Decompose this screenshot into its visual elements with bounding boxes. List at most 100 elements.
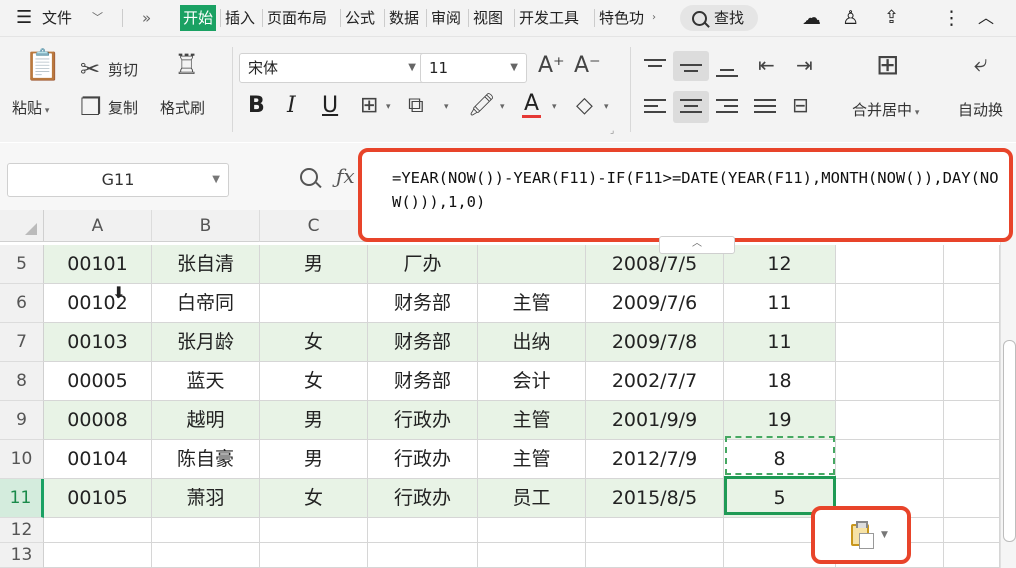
cell[interactable]: 财务部 <box>368 362 478 401</box>
cell[interactable]: 2015/8/5 <box>586 479 724 518</box>
tab-6[interactable]: 视图 <box>470 5 506 31</box>
cell[interactable] <box>944 245 1000 284</box>
cell[interactable] <box>368 543 478 568</box>
row-header[interactable]: 9 <box>0 401 44 440</box>
cell[interactable]: 张月龄 <box>152 323 260 362</box>
decrease-indent-icon[interactable]: ⇤ <box>758 55 775 75</box>
column-header[interactable]: A <box>44 210 152 242</box>
cell[interactable] <box>944 284 1000 323</box>
cell[interactable]: 男 <box>260 245 368 284</box>
underline-button[interactable]: U <box>322 95 338 117</box>
cell[interactable] <box>478 543 586 568</box>
cell[interactable] <box>152 543 260 568</box>
cell[interactable] <box>944 440 1000 479</box>
increase-indent-icon[interactable]: ⇥ <box>796 55 813 75</box>
cell[interactable] <box>836 362 944 401</box>
cell[interactable]: 女 <box>260 479 368 518</box>
tabs-scroll-right-icon[interactable]: › <box>652 0 656 36</box>
align-bottom-icon[interactable] <box>716 55 738 81</box>
brush-icon[interactable]: ♖ <box>174 51 199 79</box>
cell[interactable]: 11 <box>724 284 836 323</box>
cell[interactable]: 主管 <box>478 440 586 479</box>
collapse-ribbon-icon[interactable]: ︿ <box>978 0 994 36</box>
cell[interactable] <box>260 518 368 543</box>
cell[interactable] <box>368 518 478 543</box>
chevron-down-icon[interactable]: ▾ <box>604 103 609 112</box>
cell[interactable]: 女 <box>260 323 368 362</box>
cell[interactable]: 员工 <box>478 479 586 518</box>
cell[interactable]: 2012/7/9 <box>586 440 724 479</box>
wrap-text-icon[interactable]: ⤶ <box>974 51 987 75</box>
row-header[interactable]: 11 <box>0 479 44 518</box>
scissors-icon[interactable]: ✂ <box>80 57 100 81</box>
chevron-down-icon[interactable]: ▾ <box>444 103 449 112</box>
border-icon[interactable]: ⊞ <box>360 95 378 117</box>
cell[interactable]: 会计 <box>478 362 586 401</box>
row-header[interactable]: 5 <box>0 245 44 284</box>
cell[interactable]: 00104 <box>44 440 152 479</box>
copy-icon[interactable]: ❐ <box>80 95 102 119</box>
hamburger-icon[interactable]: ☰ <box>16 0 32 36</box>
cell[interactable]: 主管 <box>478 284 586 323</box>
cell[interactable] <box>836 401 944 440</box>
align-right-icon[interactable] <box>716 95 738 117</box>
cell[interactable]: 男 <box>260 440 368 479</box>
collapse-formula-button[interactable]: ︿ <box>659 236 735 254</box>
chevron-down-icon[interactable]: ▾ <box>500 103 505 112</box>
share-users-icon[interactable]: ♙ <box>842 0 859 36</box>
cell[interactable] <box>260 284 368 323</box>
cell[interactable]: 00101 <box>44 245 152 284</box>
cell[interactable] <box>944 401 1000 440</box>
cell[interactable]: 12 <box>724 245 836 284</box>
tab-3[interactable]: 公式 <box>342 5 378 31</box>
cell[interactable] <box>152 518 260 543</box>
cell[interactable]: 陈自豪 <box>152 440 260 479</box>
cell[interactable] <box>944 323 1000 362</box>
cell[interactable]: 女 <box>260 362 368 401</box>
cell[interactable] <box>944 518 1000 543</box>
fx-icon[interactable]: ƒx <box>336 164 355 188</box>
font-color-button[interactable]: A <box>522 93 542 118</box>
merge-cells-icon[interactable]: ⊞ <box>876 51 899 79</box>
decrease-font-icon[interactable]: A⁻ <box>574 55 601 77</box>
cell[interactable]: 张自清 <box>152 245 260 284</box>
tab-2[interactable]: 页面布局 <box>264 5 330 31</box>
cell[interactable] <box>586 543 724 568</box>
search-box[interactable]: 查找 <box>680 5 758 31</box>
cell[interactable]: 越明 <box>152 401 260 440</box>
paste-options-button[interactable]: ▼ <box>811 506 911 564</box>
column-header[interactable]: B <box>152 210 260 242</box>
cell[interactable] <box>44 543 152 568</box>
cell[interactable] <box>836 284 944 323</box>
tab-7[interactable]: 开发工具 <box>516 5 582 31</box>
cell[interactable]: 行政办 <box>368 479 478 518</box>
cell[interactable]: 19 <box>724 401 836 440</box>
clear-format-icon[interactable]: ◇ <box>576 95 593 117</box>
cell[interactable]: 00102 <box>44 284 152 323</box>
tab-5[interactable]: 审阅 <box>428 5 464 31</box>
file-menu[interactable]: 文件 <box>42 0 72 36</box>
cell[interactable]: 男 <box>260 401 368 440</box>
formula-input[interactable]: =YEAR(NOW())-YEAR(F11)-IF(F11>=DATE(YEAR… <box>358 148 1013 242</box>
chevron-down-icon[interactable]: ▾ <box>552 103 557 112</box>
chevron-down-icon[interactable]: ﹀ <box>92 0 103 36</box>
cell[interactable]: 蓝天 <box>152 362 260 401</box>
row-header[interactable]: 13 <box>0 543 44 568</box>
align-center-icon[interactable] <box>680 95 702 117</box>
cell[interactable] <box>478 245 586 284</box>
cell[interactable]: 行政办 <box>368 401 478 440</box>
chevron-down-icon[interactable]: ▾ <box>386 103 391 112</box>
merge-center-button[interactable]: 合并居中 ▾ <box>852 99 919 120</box>
align-top-icon[interactable] <box>644 55 666 71</box>
font-dialog-launcher-icon[interactable]: ⌟ <box>610 127 614 136</box>
select-all-corner[interactable] <box>0 210 44 242</box>
cut-button[interactable]: 剪切 <box>108 59 138 80</box>
cell[interactable] <box>836 245 944 284</box>
row-header[interactable]: 6 <box>0 284 44 323</box>
vertical-scrollbar[interactable] <box>1000 210 1016 568</box>
font-size-select[interactable]: 11 ▼ <box>420 53 527 83</box>
cell[interactable] <box>944 479 1000 518</box>
cell[interactable]: 财务部 <box>368 323 478 362</box>
increase-font-icon[interactable]: A⁺ <box>538 55 565 77</box>
cell[interactable] <box>944 543 1000 568</box>
